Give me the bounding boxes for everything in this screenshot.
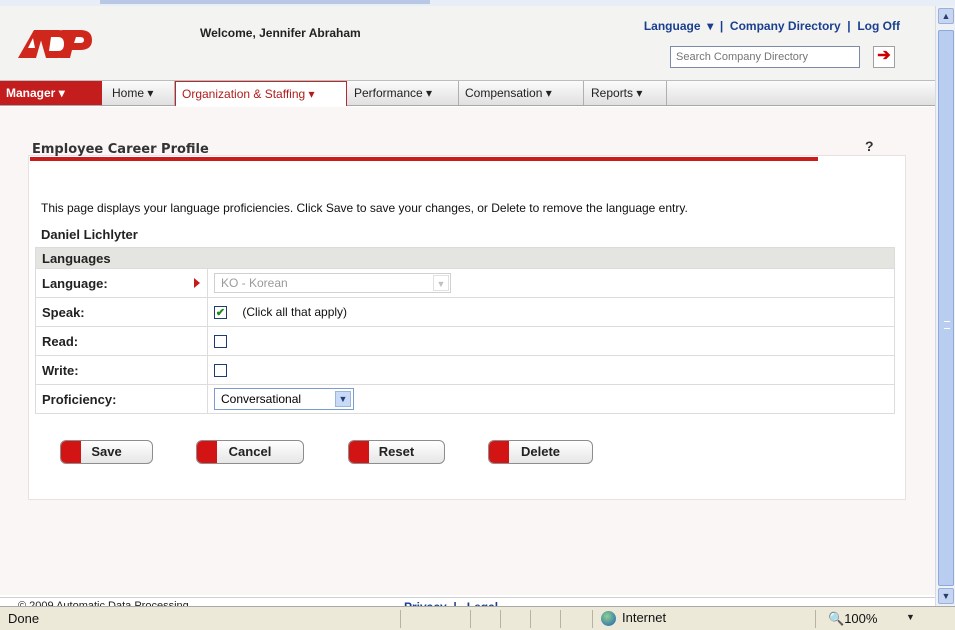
chevron-down-icon: ▾ — [308, 87, 315, 101]
chevron-down-icon[interactable]: ▼ — [906, 612, 915, 622]
search-go-icon[interactable]: ➔ — [873, 46, 895, 68]
footer-divider — [0, 597, 935, 598]
language-label: Language: — [35, 268, 208, 298]
speak-note: (Click all that apply) — [242, 305, 348, 320]
tab-compensation[interactable]: Compensation ▾ — [459, 81, 584, 105]
main-nav: Manager ▾ Home ▾ Organization & Staffing… — [0, 80, 935, 106]
speak-label: Speak: — [35, 297, 208, 327]
read-checkbox[interactable] — [214, 335, 227, 349]
cancel-button[interactable]: Cancel — [196, 440, 304, 464]
proficiency-label: Proficiency: — [35, 384, 208, 414]
chevron-down-icon[interactable]: ▾ | — [704, 19, 727, 33]
company-directory-link[interactable]: Company Directory — [730, 19, 841, 33]
tab-performance[interactable]: Performance ▾ — [348, 81, 459, 105]
status-bar: Done Internet 🔍100% ▼ — [0, 606, 955, 630]
delete-button[interactable]: Delete — [488, 440, 593, 464]
page-intro: This page displays your language profici… — [41, 201, 688, 215]
proficiency-select[interactable]: Conversational ▼ — [214, 388, 354, 410]
zoom-level[interactable]: 🔍100% — [828, 611, 877, 627]
welcome-text: Welcome, Jennifer Abraham — [200, 26, 361, 40]
zone-text: Internet — [622, 610, 667, 625]
chevron-down-icon: ▾ — [426, 86, 433, 100]
chevron-down-icon: ▾ — [147, 86, 154, 100]
tab-manager[interactable]: Manager ▾ — [0, 81, 102, 105]
required-marker-icon — [194, 278, 200, 288]
page-header: Welcome, Jennifer Abraham Language ▾ | C… — [0, 6, 935, 80]
language-select: KO - Korean ▼ — [214, 273, 451, 293]
speak-checkbox[interactable]: ✔ — [214, 305, 227, 319]
save-button[interactable]: Save — [60, 440, 153, 464]
write-checkbox[interactable] — [214, 364, 227, 378]
page-title: Employee Career Profile — [32, 142, 209, 157]
read-label: Read: — [35, 326, 208, 356]
log-off-link[interactable]: Log Off — [857, 19, 900, 33]
status-text: Done — [8, 611, 40, 626]
tab-organization-staffing[interactable]: Organization & Staffing ▾ — [175, 81, 347, 106]
top-links: Language ▾ | Company Directory | Log Off — [643, 19, 900, 33]
vertical-scrollbar[interactable]: ▲ ▼ — [935, 6, 955, 624]
chevron-down-icon: ▼ — [433, 275, 449, 291]
search-input[interactable] — [670, 46, 860, 68]
title-underline — [30, 157, 818, 161]
write-label: Write: — [35, 355, 208, 385]
tab-home[interactable]: Home ▾ — [106, 81, 175, 105]
reset-button[interactable]: Reset — [348, 440, 445, 464]
languages-form: Languages Language: KO - Korean ▼ Speak:… — [35, 247, 895, 414]
adp-logo — [18, 30, 92, 58]
section-header: Languages — [35, 247, 895, 269]
chevron-down-icon: ▾ — [636, 86, 643, 100]
language-link[interactable]: Language — [644, 19, 701, 33]
help-icon[interactable]: ? — [865, 138, 874, 154]
chevron-down-icon: ▾ — [58, 86, 65, 100]
tab-reports[interactable]: Reports ▾ — [585, 81, 667, 105]
chevron-down-icon: ▾ — [545, 86, 552, 100]
scroll-up-icon[interactable]: ▲ — [938, 8, 954, 24]
scroll-thumb[interactable] — [938, 30, 954, 586]
magnifier-icon: 🔍 — [828, 611, 845, 626]
scroll-down-icon[interactable]: ▼ — [938, 588, 954, 604]
employee-name: Daniel Lichlyter — [41, 227, 138, 242]
globe-icon — [601, 611, 616, 626]
chevron-down-icon: ▼ — [335, 391, 351, 407]
